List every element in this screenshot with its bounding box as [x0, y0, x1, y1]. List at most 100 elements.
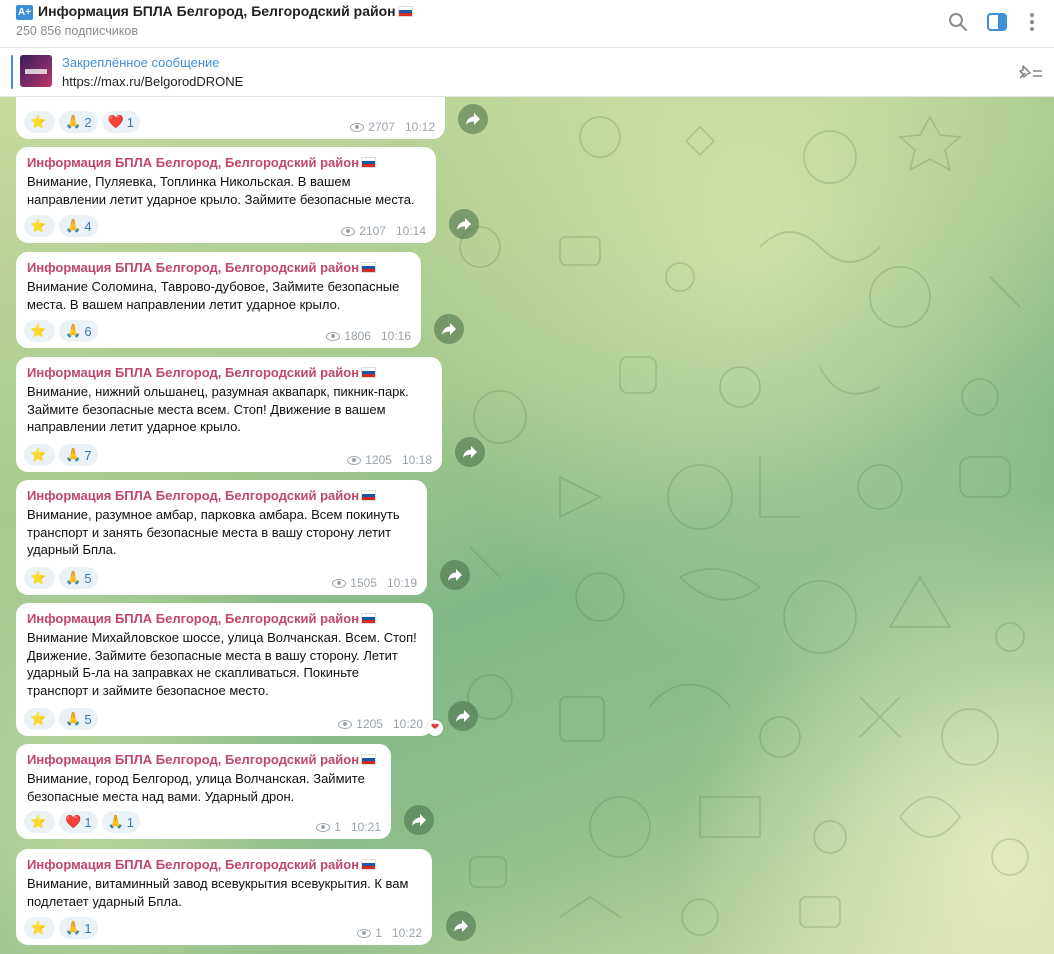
pray-reaction[interactable]: 🙏 7 — [59, 444, 98, 466]
message-sender[interactable]: Информация БПЛА Белгород, Белгородский р… — [27, 488, 416, 504]
forward-button[interactable] — [448, 701, 478, 731]
star-reaction[interactable]: ⭐ — [24, 567, 56, 589]
forward-button[interactable] — [434, 314, 464, 344]
reactions-row: ⭐ 🙏 7 — [24, 444, 98, 466]
message-time: 10:19 — [386, 576, 417, 590]
message-meta: 1 10:22 — [357, 926, 422, 940]
russia-flag-icon — [361, 262, 377, 273]
search-button[interactable] — [946, 10, 970, 34]
message-meta: 2107 10:14 — [341, 224, 426, 238]
pray-reaction[interactable]: 🙏 1 — [59, 917, 98, 939]
heart-reaction-icon: ❤️ — [65, 814, 82, 829]
pray-reaction[interactable]: 🙏 4 — [59, 215, 98, 237]
channel-title[interactable]: Информация БПЛА Белгород, Белгородский р… — [38, 3, 413, 19]
pinned-title: Закреплённое сообщение — [62, 55, 220, 70]
unpin-button[interactable] — [1016, 62, 1044, 82]
message-bubble[interactable]: Информация БПЛА Белгород, Белгородский р… — [16, 252, 421, 348]
star-reaction-icon: ⭐ — [30, 447, 47, 462]
russia-flag-icon — [361, 367, 377, 378]
pray-reaction-icon: 🙏 — [65, 920, 82, 935]
star-reaction-icon: ⭐ — [30, 218, 47, 233]
message-sender[interactable]: Информация БПЛА Белгород, Белгородский р… — [27, 365, 431, 381]
reaction-count: 5 — [84, 570, 92, 586]
message-bubble[interactable]: Информация БПЛА Белгород, Белгородский р… — [16, 849, 432, 945]
message-bubble[interactable]: Информация БПЛА Белгород, Белгородский р… — [16, 147, 436, 243]
star-reaction-icon: ⭐ — [30, 323, 47, 338]
star-reaction-icon: ⭐ — [30, 114, 47, 129]
channel-header: A+ Информация БПЛА Белгород, Белгородски… — [0, 0, 1054, 48]
views-icon — [357, 928, 372, 938]
star-reaction[interactable]: ⭐ — [24, 320, 56, 342]
message-sender[interactable]: Информация БПЛА Белгород, Белгородский р… — [27, 857, 421, 873]
star-reaction[interactable]: ⭐ — [24, 444, 56, 466]
star-reaction[interactable]: ⭐ — [24, 111, 56, 133]
message-bubble[interactable]: Информация БПЛА Белгород, Белгородский р… — [16, 480, 427, 595]
message-text: Внимание, нижний ольшанец, разумная аква… — [27, 384, 409, 434]
star-reaction[interactable]: ⭐ — [24, 917, 56, 939]
star-reaction[interactable]: ⭐ — [24, 215, 56, 237]
pray-reaction-icon: 🙏 — [65, 711, 82, 726]
forward-button[interactable] — [458, 104, 488, 134]
star-reaction-icon: ⭐ — [30, 711, 47, 726]
reaction-count: 2 — [84, 114, 92, 130]
forward-button[interactable] — [440, 560, 470, 590]
pray-reaction-icon: 🙏 — [65, 218, 82, 233]
forward-button[interactable] — [404, 805, 434, 835]
pray-reaction[interactable]: 🙏 1 — [101, 811, 141, 833]
russia-flag-icon — [397, 6, 413, 17]
forward-button[interactable] — [455, 437, 485, 467]
reactions-row: ⭐ 🙏 4 — [24, 215, 98, 237]
pray-reaction[interactable]: 🙏 6 — [59, 320, 98, 342]
star-reaction-icon: ⭐ — [30, 570, 47, 585]
pray-reaction[interactable]: 🙏 2 — [59, 111, 98, 133]
reaction-count: 4 — [84, 218, 92, 234]
views-icon — [326, 331, 341, 341]
message-text: Внимание, разумное амбар, парковка амбар… — [27, 507, 400, 557]
channel-type-icon: A+ — [16, 5, 33, 20]
sidebar-toggle-icon — [987, 13, 1007, 31]
heart-reaction[interactable]: ❤️ 1 — [101, 111, 141, 133]
message-text: Внимание, город Белгород, улица Волчанск… — [27, 771, 365, 804]
pinned-message-bar[interactable]: Закреплённое сообщение https://max.ru/Be… — [0, 48, 1054, 97]
message-bubble[interactable]: Информация БПЛА Белгород, Белгородский р… — [16, 744, 391, 839]
heart-reaction[interactable]: ❤️ 1 — [59, 811, 98, 833]
more-vertical-icon — [1030, 13, 1034, 31]
message-time: 10:14 — [395, 224, 426, 238]
view-count: 1505 — [350, 576, 377, 590]
message-text: Внимание, Пуляевка, Топлинка Никольская.… — [27, 174, 415, 207]
message-text: Внимание Михайловское шоссе, улица Волча… — [27, 630, 417, 698]
views-icon — [338, 719, 353, 729]
message-meta: 1 10:21 — [316, 820, 381, 834]
message-time: 10:22 — [391, 926, 422, 940]
forward-arrow-icon — [454, 920, 468, 932]
more-menu-button[interactable] — [1020, 10, 1044, 34]
views-icon — [332, 578, 347, 588]
search-icon — [949, 13, 967, 31]
reaction-count: 1 — [84, 920, 92, 936]
star-reaction[interactable]: ⭐ — [24, 811, 56, 833]
reaction-count: 1 — [126, 814, 135, 830]
message-text: Внимание, витаминный завод всевукрытия в… — [27, 876, 409, 909]
russia-flag-icon — [361, 859, 377, 870]
star-reaction[interactable]: ⭐ — [24, 708, 56, 730]
pray-reaction[interactable]: 🙏 5 — [59, 567, 98, 589]
message-sender[interactable]: Информация БПЛА Белгород, Белгородский р… — [27, 752, 380, 768]
message-bubble[interactable]: Информация БПЛА Белгород, Белгородский р… — [16, 603, 433, 736]
pinned-indicator — [11, 55, 13, 89]
pray-reaction[interactable]: 🙏 5 — [59, 708, 98, 730]
russia-flag-icon — [361, 490, 377, 501]
reaction-count: 1 — [84, 814, 92, 830]
views-icon — [350, 122, 365, 132]
subscriber-count: 250 856 подписчиков — [16, 24, 138, 38]
message-sender[interactable]: Информация БПЛА Белгород, Белгородский р… — [27, 260, 410, 276]
forward-button[interactable] — [446, 911, 476, 941]
sidebar-toggle-button[interactable] — [985, 10, 1009, 34]
forward-button[interactable] — [449, 209, 479, 239]
message-sender[interactable]: Информация БПЛА Белгород, Белгородский р… — [27, 611, 422, 627]
reactions-row: ⭐ 🙏 1 — [24, 917, 98, 939]
message-meta: 1205 10:20 — [338, 717, 423, 731]
message-bubble[interactable]: Информация БПЛА Белгород, Белгородский р… — [16, 357, 442, 472]
reaction-count: 7 — [84, 447, 92, 463]
message-sender[interactable]: Информация БПЛА Белгород, Белгородский р… — [27, 155, 425, 171]
view-count: 1 — [334, 820, 341, 834]
